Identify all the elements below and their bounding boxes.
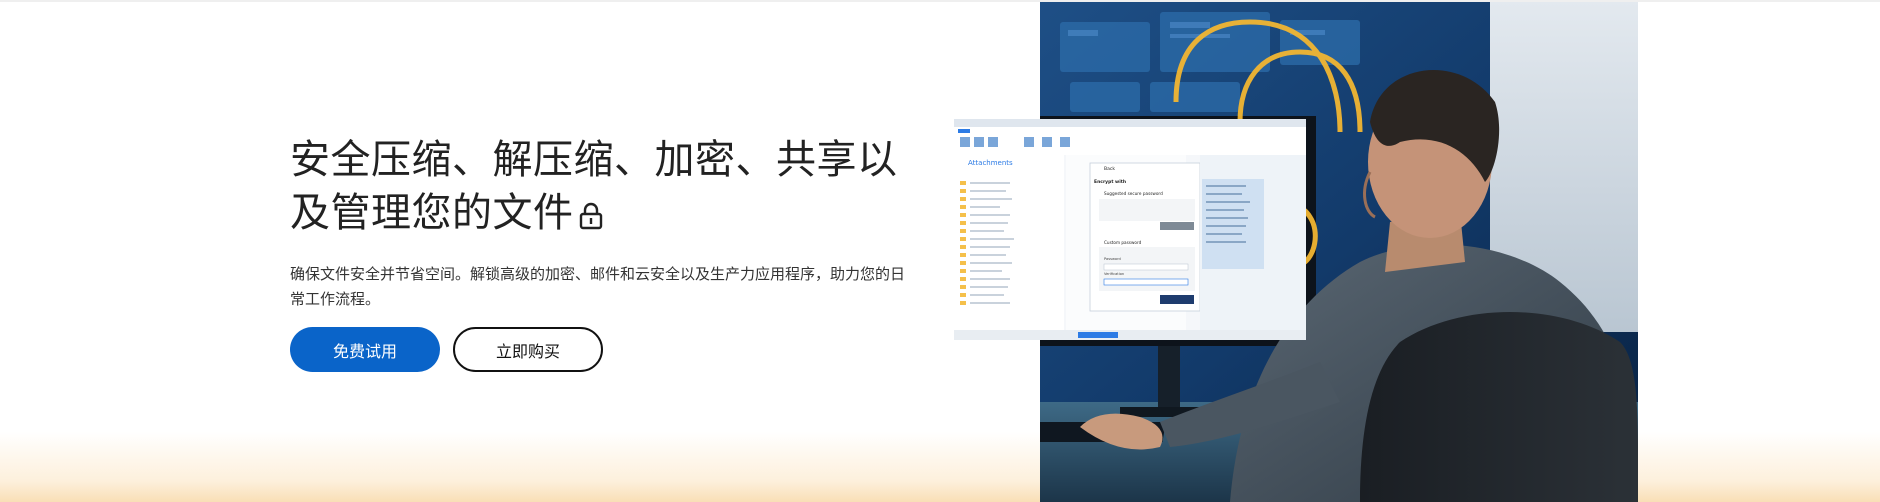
verification-label: Verification	[1104, 272, 1125, 276]
back-link[interactable]: Back	[1104, 167, 1115, 172]
cta-row: 免费试用 立即购买	[290, 327, 603, 372]
monitor-screen: Attachments Back Encrypt with Suggested …	[954, 119, 1306, 340]
free-trial-button[interactable]: 免费试用	[290, 327, 440, 372]
app-window	[954, 119, 1306, 340]
panel-title: Encrypt with	[1094, 180, 1127, 185]
custom-password-option[interactable]: Custom password	[1104, 240, 1141, 245]
buy-now-button[interactable]: 立即购买	[453, 327, 603, 372]
folder-title: Attachments	[968, 159, 1013, 167]
padlock-icon	[578, 191, 604, 230]
password-label: Password	[1104, 257, 1121, 261]
hero-subtitle: 确保文件安全并节省空间。解锁高级的加密、邮件和云安全以及生产力应用程序，助力您的…	[290, 265, 906, 308]
suggested-password-option[interactable]: Suggested secure password	[1104, 191, 1163, 196]
hero-copy: 安全压缩、解压缩、加密、共享以及管理您的文件 确保文件安全并节省空间。解锁高级的…	[290, 134, 910, 312]
hero-title: 安全压缩、解压缩、加密、共享以及管理您的文件	[290, 134, 910, 240]
